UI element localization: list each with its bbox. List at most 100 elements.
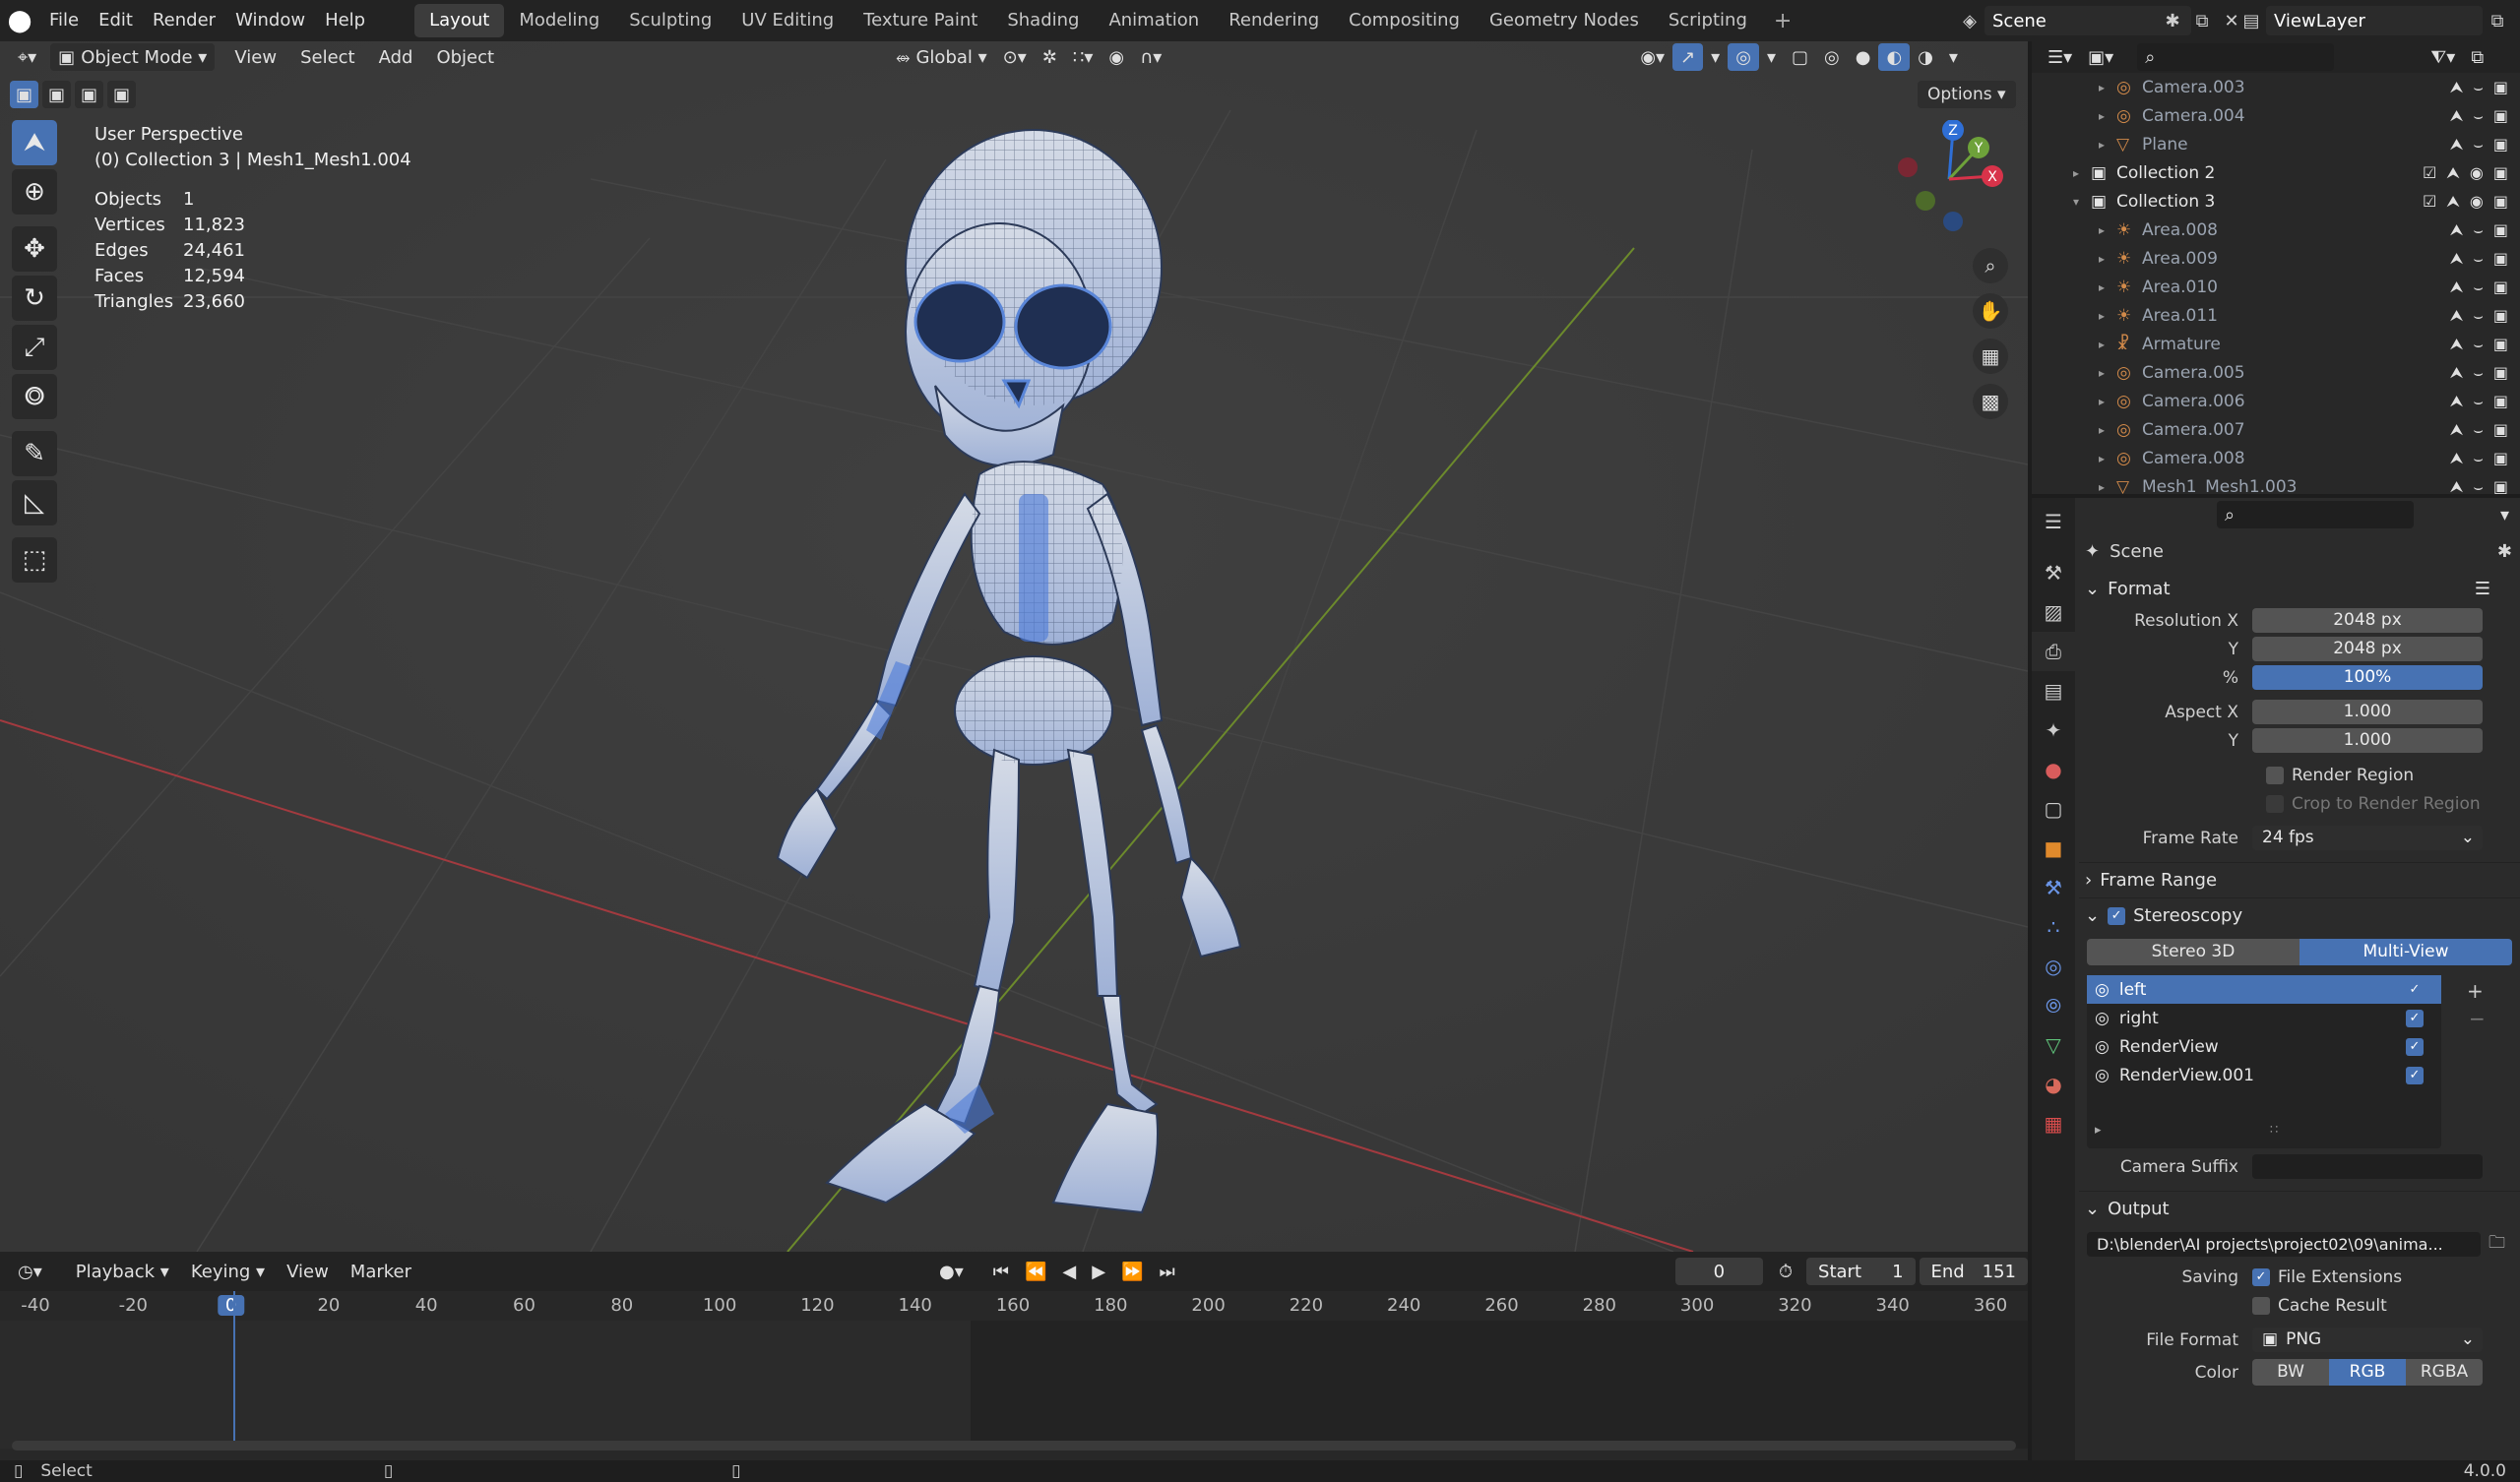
cache-result-checkbox[interactable] — [2252, 1296, 2270, 1315]
frame-rate-dropdown[interactable]: 24 fps ⌄ — [2252, 826, 2483, 850]
hide-in-viewport-icon[interactable]: ⌣ — [2473, 249, 2484, 269]
tab-sculpting[interactable]: Sculpting — [614, 4, 726, 37]
props-search-input[interactable]: ⌕ — [2217, 501, 2414, 528]
tab-shading[interactable]: Shading — [992, 4, 1094, 37]
play-reverse-icon[interactable]: ◀ — [1054, 1258, 1084, 1285]
file-extensions-checkbox[interactable]: ✓ — [2252, 1267, 2270, 1286]
hide-in-viewport-icon[interactable]: ◉ — [2470, 163, 2484, 183]
tab-rendering[interactable]: Rendering — [1214, 4, 1334, 37]
selectable-icon[interactable]: ⮝ — [2450, 477, 2464, 495]
menu-view[interactable]: View — [226, 43, 284, 71]
3d-viewport[interactable]: ⌖▾ ▣ Object Mode ▾ View Select Add Objec… — [0, 41, 2028, 1252]
chevron-down-icon[interactable]: ▾ — [2073, 195, 2091, 209]
outliner-object-row[interactable]: ▸ ☀ Area.008 ⮝ ⌣ ▣ — [2032, 216, 2520, 244]
outliner-object-row[interactable]: ▸ ☧ Armature ⮝ ⌣ ▣ — [2032, 330, 2520, 358]
select-new-icon[interactable]: ▣ — [10, 81, 39, 108]
render-camera-icon[interactable]: ▣ — [2493, 249, 2508, 269]
views-list[interactable]: ◎ left ✓ ◎ right ✓ ◎ RenderView ✓ ◎ RenderView.… — [2087, 975, 2441, 1148]
jump-start-icon[interactable]: ⏮ — [985, 1258, 1017, 1285]
hide-in-viewport-icon[interactable]: ⌣ — [2473, 392, 2484, 411]
add-workspace-icon[interactable]: + — [1762, 9, 1803, 33]
menu-window[interactable]: Window — [225, 0, 315, 41]
selectable-icon[interactable]: ⮝ — [2450, 220, 2464, 240]
file-format-dropdown[interactable]: ▣ PNG ⌄ — [2252, 1328, 2483, 1352]
selectable-icon[interactable]: ⮝ — [2446, 163, 2460, 183]
outliner-object-row[interactable]: ▸ ▽ Plane ⮝ ⌣ ▣ — [2032, 130, 2520, 158]
camera-view-icon[interactable]: ▦ — [1973, 339, 2008, 374]
menu-timeline-view[interactable]: View — [279, 1258, 337, 1285]
filter-icon[interactable]: ⧨▾ — [2423, 43, 2463, 71]
chevron-right-icon[interactable]: ▸ — [2099, 452, 2116, 465]
orientation-dropdown[interactable]: ⥈ Global ▾ — [888, 43, 995, 71]
render-camera-icon[interactable]: ▣ — [2493, 392, 2508, 411]
multi-view-button[interactable]: Multi-View — [2300, 939, 2512, 965]
outliner-object-row[interactable]: ▸ ◎ Camera.004 ⮝ ⌣ ▣ — [2032, 101, 2520, 130]
next-keyframe-icon[interactable]: ⏩ — [1113, 1258, 1151, 1285]
select-box-icon[interactable]: ⮝ — [12, 120, 57, 165]
gizmo-toggle-icon[interactable]: ↗ — [1672, 43, 1704, 71]
outliner-collection-row[interactable]: ▸ ▣ Collection 2 ☑ ⮝ ◉ ▣ — [2032, 158, 2520, 187]
constraints-tab-icon[interactable]: ⦾ — [2032, 986, 2075, 1025]
menu-add[interactable]: Add — [371, 43, 421, 71]
shading-solid-icon[interactable]: ● — [1848, 43, 1879, 71]
data-tab-icon[interactable]: ▽ — [2032, 1025, 2075, 1065]
stereoscopy-checkbox[interactable]: ✓ — [2108, 906, 2126, 925]
list-item[interactable]: ◎ RenderView.001 ✓ — [2087, 1061, 2441, 1089]
measure-icon[interactable]: ◺ — [12, 480, 57, 525]
perspective-toggle-icon[interactable]: ▩ — [1973, 384, 2008, 419]
new-view-layer-icon[interactable]: ⧉ — [2483, 6, 2512, 35]
render-camera-icon[interactable]: ▣ — [2493, 477, 2508, 495]
timeline-editor-type-icon[interactable]: ◷▾ — [10, 1258, 50, 1285]
outliner-object-row[interactable]: ▸ ☀ Area.010 ⮝ ⌣ ▣ — [2032, 273, 2520, 301]
chevron-right-icon[interactable]: ▸ — [2099, 395, 2116, 408]
hide-in-viewport-icon[interactable]: ⌣ — [2473, 363, 2484, 383]
selectable-icon[interactable]: ⮝ — [2450, 306, 2464, 326]
rotate-icon[interactable]: ↻ — [12, 276, 57, 321]
shading-rendered-icon[interactable]: ◑ — [1910, 43, 1941, 71]
jump-end-icon[interactable]: ⏭ — [1152, 1258, 1183, 1285]
selectable-icon[interactable]: ⮝ — [2450, 78, 2464, 97]
selectable-icon[interactable]: ⮝ — [2450, 363, 2464, 383]
overlay-dropdown-icon[interactable]: ▾ — [1759, 43, 1784, 71]
menu-edit[interactable]: Edit — [89, 0, 143, 41]
menu-select[interactable]: Select — [292, 43, 363, 71]
chevron-right-icon[interactable]: ▸ — [2099, 280, 2116, 294]
props-options-icon[interactable]: ▾ — [2492, 501, 2517, 528]
pan-hand-icon[interactable]: ✋ — [1973, 293, 2008, 329]
render-camera-icon[interactable]: ▣ — [2493, 135, 2508, 154]
hide-in-viewport-icon[interactable]: ⌣ — [2473, 477, 2484, 495]
outliner-object-row[interactable]: ▸ ▽ Mesh1_Mesh1.003 ⮝ ⌣ ▣ — [2032, 472, 2520, 495]
gizmo-dropdown-icon[interactable]: ▾ — [1703, 43, 1728, 71]
folder-icon[interactable]: 🗀 — [2488, 1230, 2505, 1259]
menu-render[interactable]: Render — [143, 0, 225, 41]
outliner-collection-row[interactable]: ▾ ▣ Collection 3 ☑ ⮝ ◉ ▣ — [2032, 187, 2520, 216]
scene-selector-icon[interactable]: ◈ — [1955, 6, 1984, 35]
output-tab-icon[interactable]: ⎙ — [2032, 632, 2075, 671]
color-bw-button[interactable]: BW — [2252, 1359, 2329, 1386]
new-scene-icon[interactable]: ⧉ — [2187, 6, 2217, 35]
pivot-icon[interactable]: ⊙▾ — [995, 43, 1035, 71]
blender-logo-icon[interactable]: ⬤ — [0, 0, 39, 41]
scene-tab-icon[interactable]: ✦ — [2032, 710, 2075, 750]
xray-icon[interactable]: ▢ — [1784, 43, 1816, 71]
overlay-toggle-icon[interactable]: ◎ — [1728, 43, 1759, 71]
camera-suffix-input[interactable] — [2252, 1154, 2483, 1179]
render-camera-icon[interactable]: ▣ — [2493, 306, 2508, 326]
selectable-icon[interactable]: ⮝ — [2450, 135, 2464, 154]
chevron-right-icon[interactable]: ▸ — [2099, 480, 2116, 494]
pin-icon[interactable]: ✱ — [2158, 6, 2187, 35]
editor-type-icon[interactable]: ⌖▾ — [10, 43, 44, 71]
delete-view-layer-icon[interactable]: ✕ — [2512, 6, 2520, 35]
select-invert-icon[interactable]: ▣ — [107, 81, 137, 108]
prev-keyframe-icon[interactable]: ⏪ — [1017, 1258, 1054, 1285]
visibility-icon[interactable]: ◉▾ — [1632, 43, 1672, 71]
crop-checkbox[interactable] — [2266, 794, 2284, 813]
selectable-icon[interactable]: ⮝ — [2450, 449, 2464, 468]
current-frame-field[interactable]: 0 — [1674, 1258, 1763, 1285]
chevron-right-icon[interactable]: ▸ — [2099, 138, 2116, 152]
outliner-search-input[interactable]: ⌕ — [2137, 43, 2335, 71]
hide-in-viewport-icon[interactable]: ⌣ — [2473, 306, 2484, 326]
menu-marker[interactable]: Marker — [343, 1258, 419, 1285]
outliner-object-row[interactable]: ▸ ☀ Area.009 ⮝ ⌣ ▣ — [2032, 244, 2520, 273]
proportional-icon[interactable]: ◉ — [1101, 43, 1132, 71]
